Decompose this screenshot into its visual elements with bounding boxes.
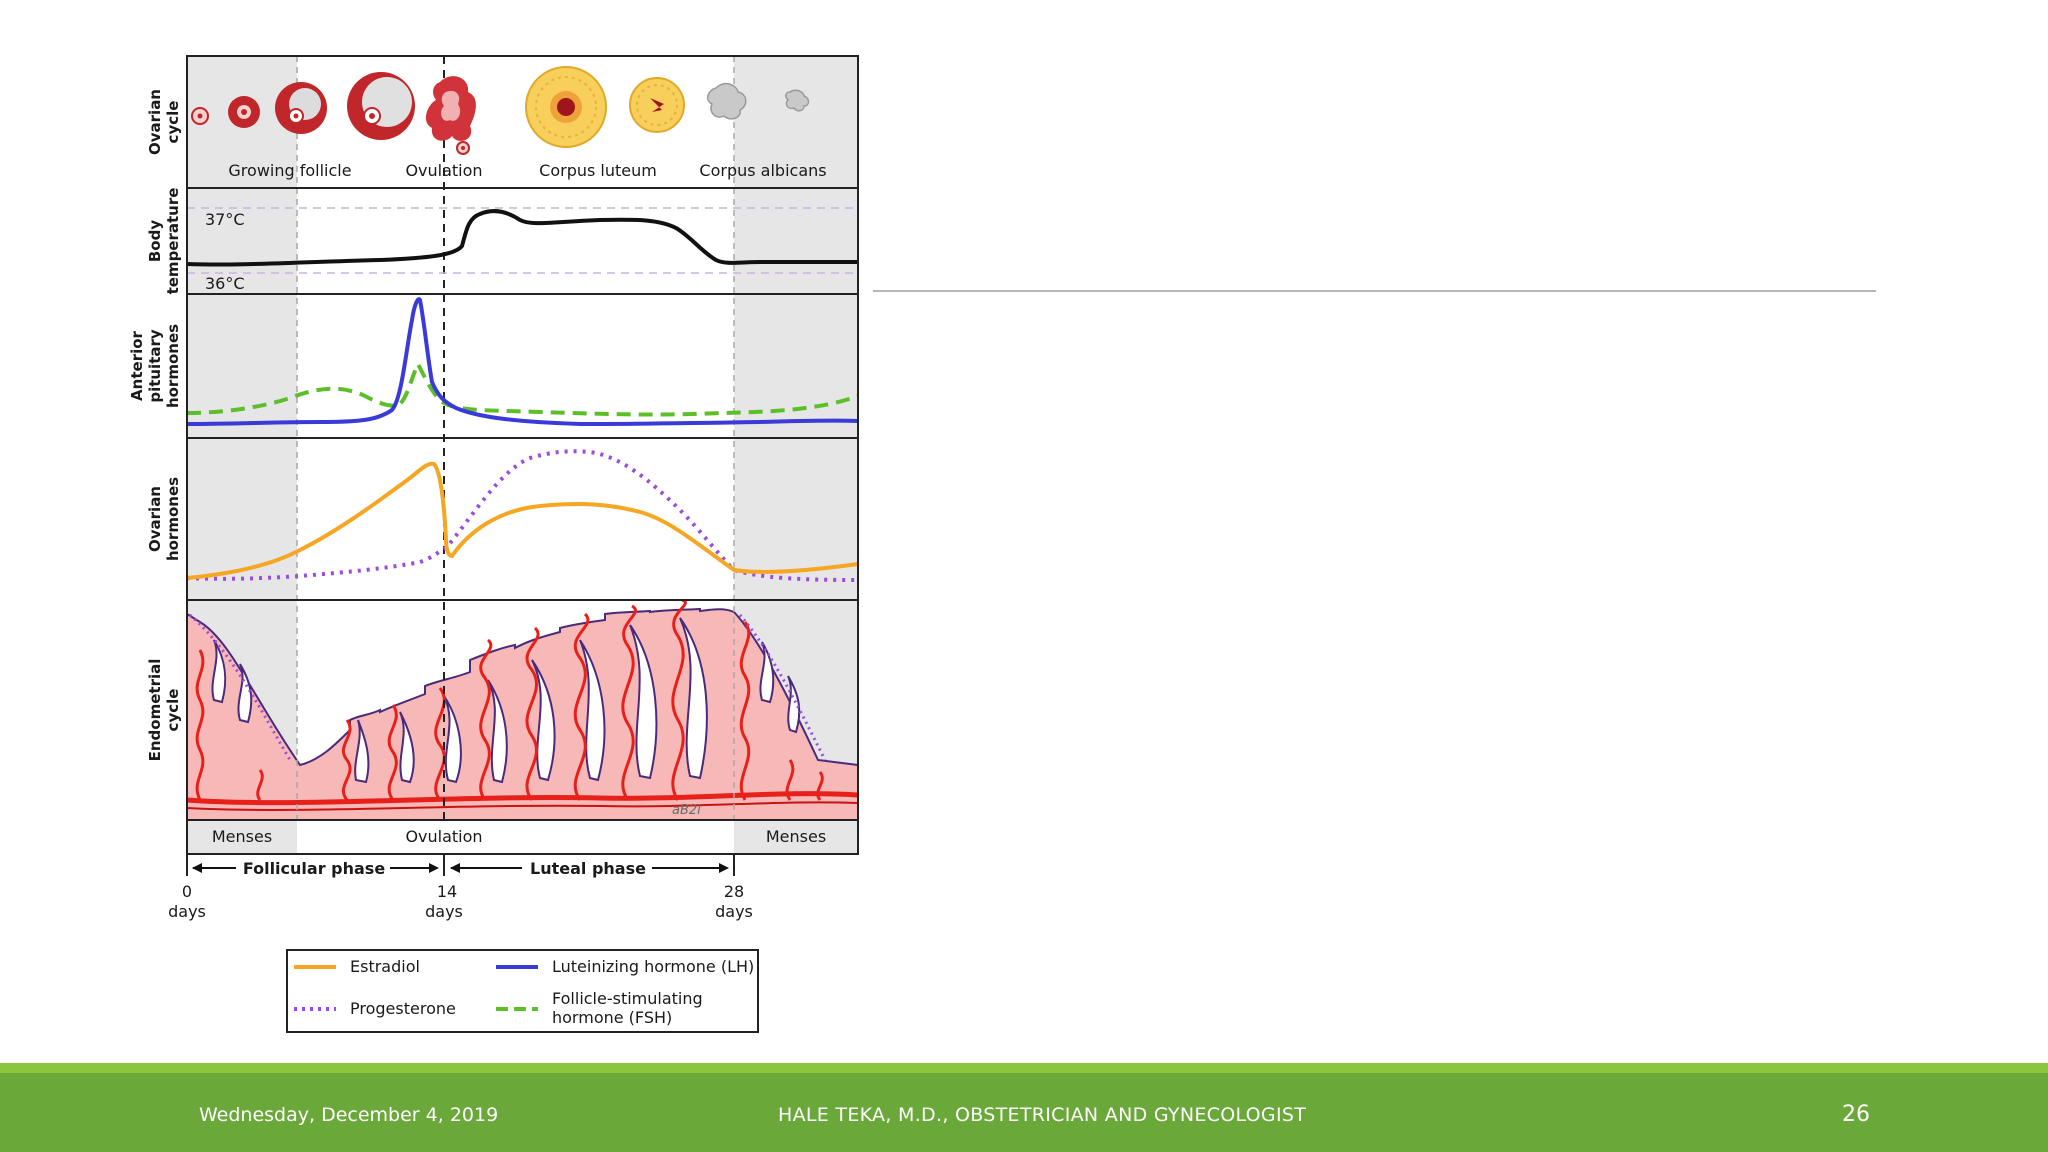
legend-label-fsh-line2: hormone (FSH) [552,1008,672,1027]
slide: Growing follicle Ovulation Corpus luteum… [0,0,2048,1152]
legend-label-progesterone: Progesterone [350,999,456,1018]
primordial-follicle-icon [191,107,209,125]
row-label-ovarian-line2: cycle [164,101,182,144]
phase-arrows: Follicular phase Luteal phase [186,854,735,878]
day-0-unit: days [168,902,206,921]
legend-label-lh: Luteinizing hormone (LH) [552,957,754,976]
ruptured-follicle-icon [425,76,476,155]
stage-label-corpus-albicans: Corpus albicans [699,161,826,180]
follicular-phase-label: Follicular phase [243,859,386,878]
legend-label-fsh-line1: Follicle-stimulating [552,989,703,1008]
row-label-pituitary-line2: pituitary [146,329,164,403]
stage-label-ovulation: Ovulation [405,161,482,180]
row-label-ovarian-hormones-line2: hormones [164,477,182,561]
menses-right-label: Menses [766,827,826,846]
legend: Estradiol Luteinizing hormone (LH) Proge… [286,949,759,1033]
slide-number: 26 [1842,1102,1870,1127]
day-14-value: 14 [437,882,457,901]
day-28-value: 28 [724,882,744,901]
title-divider-line [873,290,1876,292]
day-0-value: 0 [182,882,192,901]
day-14-unit: days [425,902,463,921]
menstrual-cycle-diagram: Growing follicle Ovulation Corpus luteum… [128,55,859,1033]
stage-label-corpus-luteum: Corpus luteum [539,161,657,180]
temp-36-label: 36°C [205,274,245,293]
row-label-endometrial-line2: cycle [164,689,182,732]
row-label-pituitary-line3: hormones [164,324,182,408]
row-label-ovarian-line1: Ovarian [146,89,164,155]
row-labels: Ovarian cycle Body temperature Anterior … [128,89,182,761]
row-label-endometrial-line1: Endometrial [146,659,164,762]
footer-bar: Wednesday, December 4, 2019 HALE TEKA, M… [0,1073,2048,1152]
stage-label-growing-follicle: Growing follicle [228,161,351,180]
graafian-follicle-icon [347,72,415,140]
footer-accent-bar [0,1063,2048,1073]
legend-label-estradiol: Estradiol [350,957,420,976]
artist-signature: aB2l [672,803,701,818]
secondary-follicle-icon [275,82,327,134]
luteal-phase-label: Luteal phase [530,859,646,878]
row-label-pituitary-line1: Anterior [128,330,146,400]
corpus-luteum-icon [525,66,607,148]
day-28-unit: days [715,902,753,921]
row-label-ovarian-hormones-line1: Ovarian [146,486,164,552]
row-label-temperature-line1: Body [146,220,164,262]
primary-follicle-icon [228,96,260,128]
footer-author: HALE TEKA, M.D., OBSTETRICIAN AND GYNECO… [778,1104,1307,1126]
regressing-corpus-luteum-icon [629,77,685,133]
day-ticks: 0 days 14 days 28 days [168,882,753,921]
menses-left-label: Menses [212,827,272,846]
row-label-temperature-line2: temperature [164,188,182,295]
ovulation-bottom-label: Ovulation [405,827,482,846]
ovarian-stage-labels: Growing follicle Ovulation Corpus luteum… [228,161,826,180]
temp-37-label: 37°C [205,210,245,229]
footer-date: Wednesday, December 4, 2019 [199,1104,499,1126]
